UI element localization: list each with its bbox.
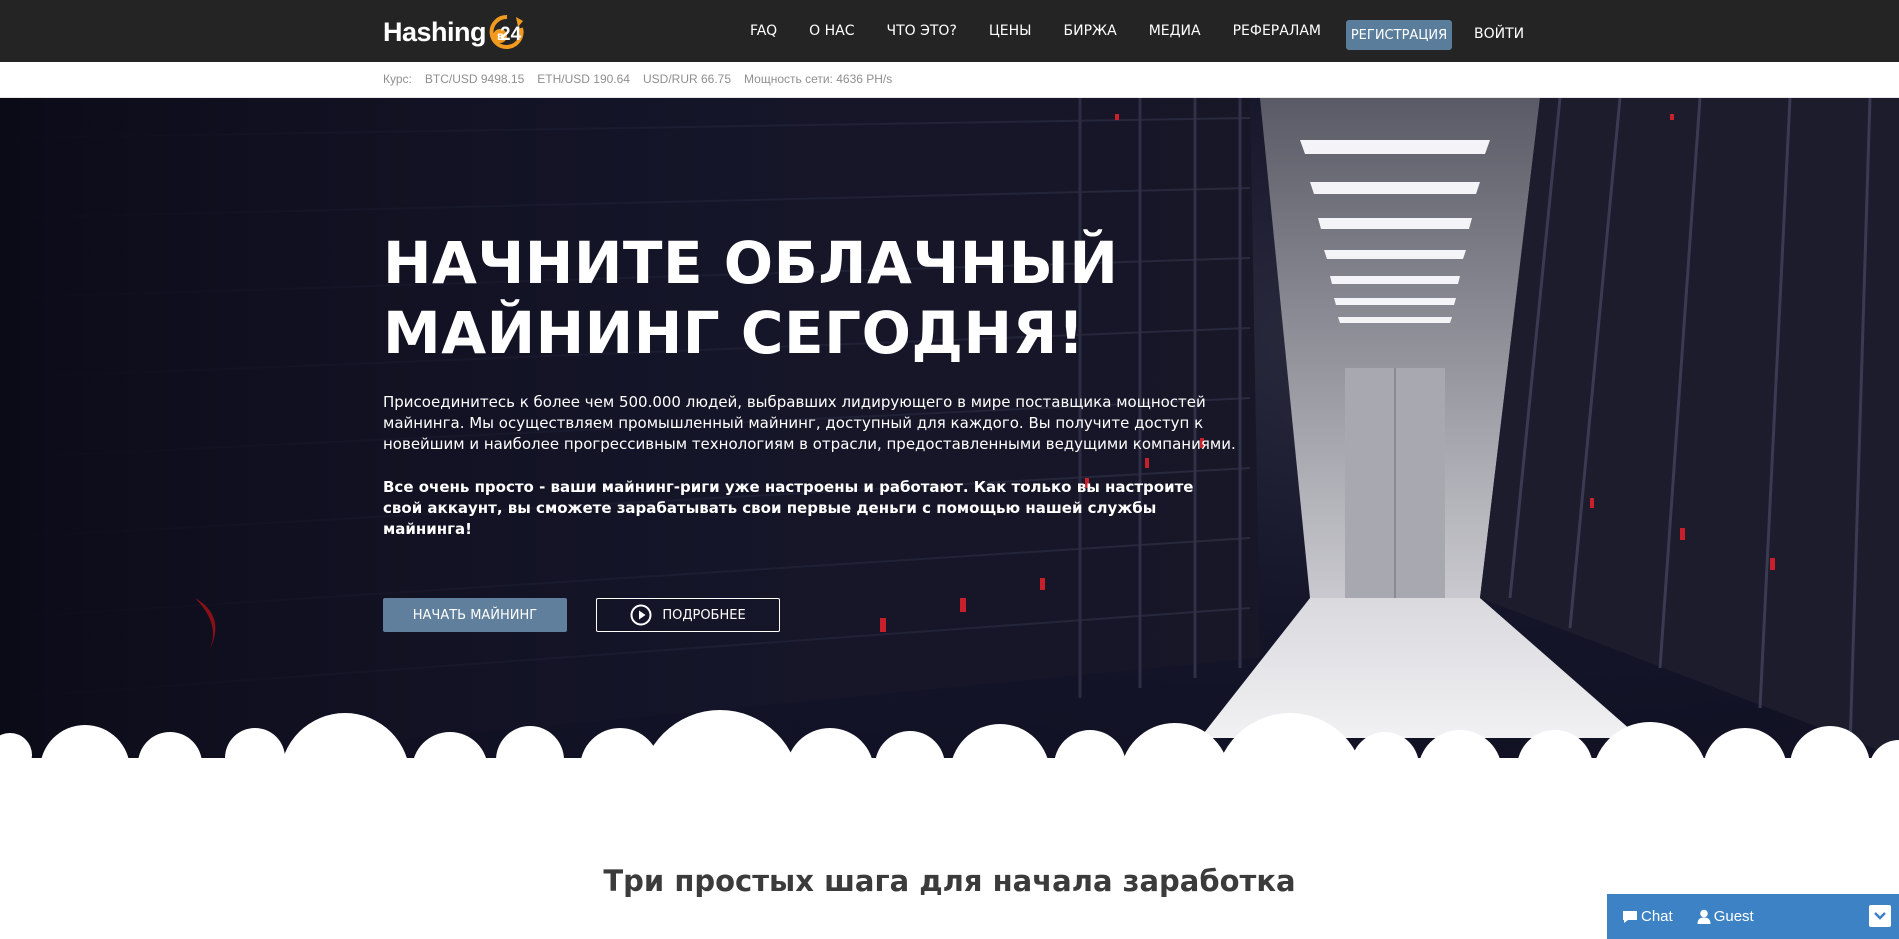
- start-mining-button[interactable]: НАЧАТЬ МАЙНИНГ: [383, 598, 567, 632]
- hero-title: НАЧНИТЕ ОБЛАЧНЫЙ МАЙНИНГ СЕГОДНЯ!: [383, 228, 1183, 368]
- chevron-down-icon: [1874, 912, 1886, 920]
- rate-btc-usd: BTC/USD 9498.15: [424, 72, 525, 86]
- logo-number: 24: [500, 24, 522, 45]
- play-circle-icon: [630, 604, 652, 626]
- chat-widget[interactable]: Chat Guest: [1607, 894, 1899, 939]
- register-button[interactable]: РЕГИСТРАЦИЯ: [1346, 20, 1452, 50]
- nav-item-faq[interactable]: FAQ: [750, 23, 777, 39]
- cloud-divider: [0, 710, 1899, 800]
- nav-item-referrals[interactable]: РЕФЕРАЛАМ: [1233, 23, 1321, 39]
- hero-title-line-2: МАЙНИНГ СЕГОДНЯ!: [383, 299, 1085, 367]
- chat-bubble-icon: [1623, 910, 1637, 923]
- chat-tab[interactable]: Chat: [1622, 908, 1673, 925]
- rate-eth-usd: ETH/USD 190.64: [537, 72, 630, 86]
- logo-text: Hashing: [383, 16, 487, 47]
- top-header: Hashing B 24 FAQ О НАС ЧТО ЭТО? ЦЕНЫ БИР…: [0, 0, 1899, 62]
- hero-bold-description: Все очень просто - ваши майнинг-риги уже…: [383, 478, 1194, 538]
- main-nav: FAQ О НАС ЧТО ЭТО? ЦЕНЫ БИРЖА МЕДИА РЕФЕ…: [750, 0, 1353, 62]
- hero-title-line-1: НАЧНИТЕ ОБЛАЧНЫЙ: [383, 229, 1119, 297]
- network-hashrate: Мощность сети: 4636 PH/s: [744, 72, 893, 86]
- nav-item-media[interactable]: МЕДИА: [1149, 23, 1201, 39]
- logo[interactable]: Hashing B 24: [383, 12, 526, 52]
- chat-label: Chat: [1641, 908, 1673, 925]
- more-info-button[interactable]: ПОДРОБНЕЕ: [596, 598, 780, 632]
- chat-toggle-button[interactable]: [1869, 905, 1891, 927]
- hero-section: НАЧНИТЕ ОБЛАЧНЫЙ МАЙНИНГ СЕГОДНЯ! Присое…: [0, 98, 1899, 778]
- rates-bar: Курс: BTC/USD 9498.15 ETH/USD 190.64 USD…: [0, 62, 1899, 98]
- nav-item-exchange[interactable]: БИРЖА: [1064, 23, 1117, 39]
- rates-label: Курс:: [383, 72, 412, 86]
- user-icon: [1697, 909, 1711, 924]
- hero-description: Присоединитесь к более чем 500.000 людей…: [383, 393, 1236, 453]
- guest-tab[interactable]: Guest: [1697, 908, 1754, 925]
- rate-usd-rur: USD/RUR 66.75: [642, 72, 732, 86]
- guest-label: Guest: [1713, 908, 1754, 925]
- nav-item-prices[interactable]: ЦЕНЫ: [989, 23, 1032, 39]
- section-title: Три простых шага для начала заработка: [603, 864, 1296, 898]
- logo-badge: B 24: [488, 13, 526, 51]
- more-info-label: ПОДРОБНЕЕ: [662, 607, 746, 623]
- rates-list: Курс: BTC/USD 9498.15 ETH/USD 190.64 USD…: [383, 72, 905, 86]
- nav-item-about[interactable]: О НАС: [809, 23, 854, 39]
- nav-item-what-is-it[interactable]: ЧТО ЭТО?: [886, 23, 956, 39]
- login-link[interactable]: ВОЙТИ: [1474, 26, 1524, 42]
